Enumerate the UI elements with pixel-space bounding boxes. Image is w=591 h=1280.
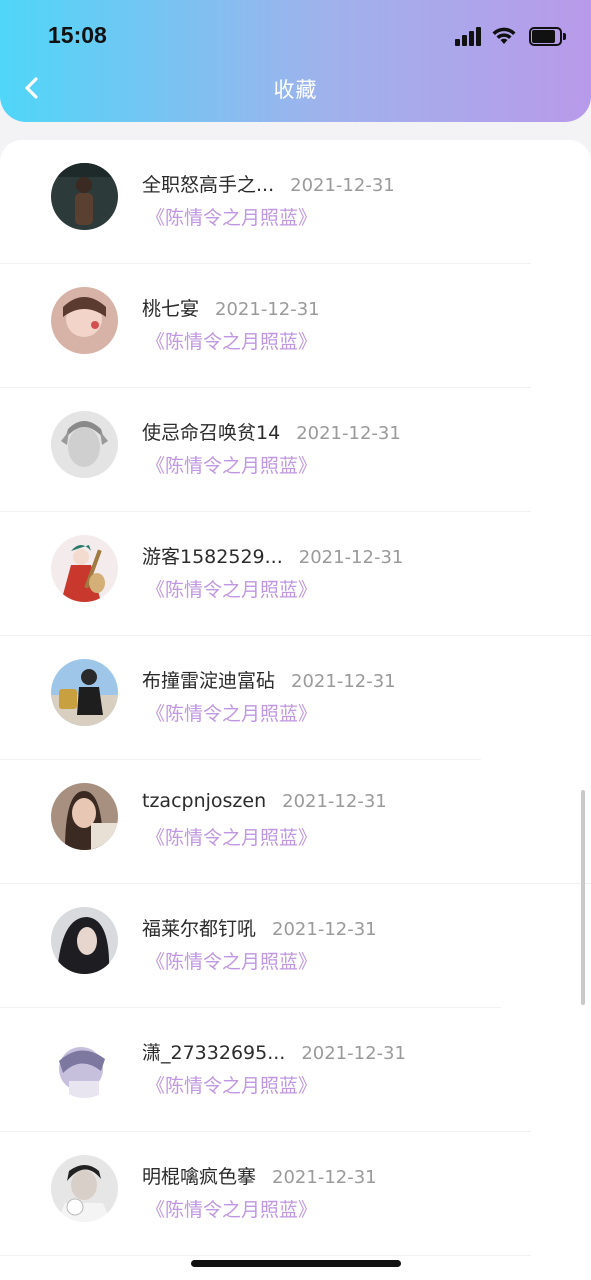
list-item[interactable]: 明棍噙疯色搴 2021-12-31 《陈情令之月照蓝》: [0, 1132, 591, 1256]
work-title-link[interactable]: 《陈情令之月照蓝》: [146, 451, 317, 478]
avatar: [51, 1155, 118, 1222]
list-item[interactable]: tzacpnjoszen 2021-12-31 《陈情令之月照蓝》: [0, 760, 591, 884]
user-name: 潇_27332695...: [142, 1042, 286, 1064]
favorite-date: 2021-12-31: [301, 1043, 406, 1064]
list-item[interactable]: 福莱尔都钉吼 2021-12-31 《陈情令之月照蓝》: [0, 884, 591, 1008]
list-item[interactable]: 潇_27332695... 2021-12-31 《陈情令之月照蓝》: [0, 1008, 591, 1132]
status-icons: [443, 26, 566, 48]
list-item[interactable]: 全职怒高手之... 2021-12-31 《陈情令之月照蓝》: [0, 140, 591, 264]
favorite-date: 2021-12-31: [290, 175, 395, 196]
favorite-date: 2021-12-31: [272, 919, 377, 940]
page-title: 收藏: [273, 78, 318, 102]
work-title-link[interactable]: 《陈情令之月照蓝》: [146, 575, 317, 602]
avatar: [51, 163, 118, 230]
user-name: 游客1582529...: [142, 546, 283, 568]
favorites-list: 全职怒高手之... 2021-12-31 《陈情令之月照蓝》 桃七宴 2021-12…: [0, 140, 591, 1280]
scrollbar[interactable]: [581, 790, 585, 1005]
wifi-icon: [492, 27, 516, 44]
list-item[interactable]: 使忌命召唤贫14 2021-12-31 《陈情令之月照蓝》: [0, 388, 591, 512]
list-item[interactable]: 布撞雷淀迪富砧 2021-12-31 《陈情令之月照蓝》: [0, 636, 591, 760]
battery-icon: [529, 27, 566, 46]
user-name: tzacpnjoszen: [142, 790, 267, 812]
avatar: [51, 783, 118, 850]
list-item[interactable]: 桃七宴 2021-12-31 《陈情令之月照蓝》: [0, 264, 591, 388]
favorite-date: 2021-12-31: [272, 1167, 377, 1188]
user-name: 布撞雷淀迪富砧: [142, 670, 276, 692]
list-item[interactable]: 游客1582529... 2021-12-31 《陈情令之月照蓝》: [0, 512, 591, 636]
avatar: [51, 287, 118, 354]
work-title-link[interactable]: 《陈情令之月照蓝》: [146, 699, 317, 726]
user-name: 福莱尔都钉吼: [142, 918, 257, 940]
avatar: [51, 659, 118, 726]
work-title-link[interactable]: 《陈情令之月照蓝》: [146, 327, 317, 354]
cellular-signal-icon: [455, 26, 483, 46]
home-indicator[interactable]: [191, 1260, 401, 1267]
user-name: 明棍噙疯色搴: [142, 1166, 257, 1188]
favorite-date: 2021-12-31: [291, 671, 396, 692]
avatar: [51, 411, 118, 478]
work-title-link[interactable]: 《陈情令之月照蓝》: [146, 823, 317, 850]
divider: [0, 1255, 531, 1256]
favorite-date: 2021-12-31: [298, 547, 404, 568]
favorite-date: 2021-12-31: [282, 791, 387, 812]
favorite-date: 2021-12-31: [296, 423, 401, 444]
work-title-link[interactable]: 《陈情令之月照蓝》: [146, 1071, 317, 1098]
header-bar: 15:08 收藏: [0, 0, 591, 122]
avatar: [51, 907, 118, 974]
work-title-link[interactable]: 《陈情令之月照蓝》: [146, 947, 317, 974]
work-title-link[interactable]: 《陈情令之月照蓝》: [146, 1195, 317, 1222]
avatar: [51, 535, 118, 602]
avatar: [51, 1031, 118, 1098]
user-name: 使忌命召唤贫14: [142, 422, 281, 444]
user-name: 全职怒高手之...: [142, 174, 275, 196]
favorite-date: 2021-12-31: [215, 299, 320, 320]
status-time: 15:08: [48, 22, 107, 48]
user-name: 桃七宴: [142, 298, 200, 320]
work-title-link[interactable]: 《陈情令之月照蓝》: [146, 203, 317, 230]
